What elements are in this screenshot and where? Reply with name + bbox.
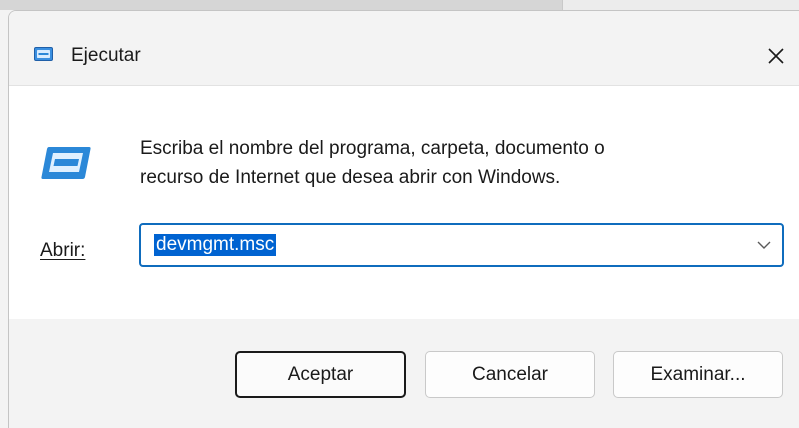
open-input[interactable]: devmgmt.msc <box>154 234 277 256</box>
run-dialog-icon <box>34 47 53 61</box>
run-dialog: Ejecutar Escriba el nombre del programa,… <box>8 10 799 428</box>
background-window-strip <box>0 0 799 10</box>
button-bar: Aceptar Cancelar Examinar... <box>9 319 799 428</box>
background-window-right <box>562 0 799 10</box>
close-button[interactable] <box>759 39 793 73</box>
open-combobox[interactable]: devmgmt.msc <box>139 223 784 267</box>
open-label: Abrir: <box>40 240 86 261</box>
chevron-down-icon[interactable] <box>756 239 772 251</box>
instruction-text: Escriba el nombre del programa, carpeta,… <box>140 134 780 192</box>
cancel-button[interactable]: Cancelar <box>425 351 595 398</box>
dialog-content: Escriba el nombre del programa, carpeta,… <box>9 85 799 321</box>
instruction-line-1: Escriba el nombre del programa, carpeta,… <box>140 138 605 159</box>
screen: Ejecutar Escriba el nombre del programa,… <box>0 0 799 428</box>
instruction-line-2: recurso de Internet que desea abrir con … <box>140 167 561 188</box>
run-program-icon <box>41 147 91 179</box>
close-icon <box>768 48 784 64</box>
ok-button[interactable]: Aceptar <box>235 351 406 398</box>
title-bar[interactable]: Ejecutar <box>9 11 799 85</box>
background-window-left <box>0 0 562 10</box>
window-title: Ejecutar <box>71 45 141 66</box>
browse-button[interactable]: Examinar... <box>613 351 783 398</box>
